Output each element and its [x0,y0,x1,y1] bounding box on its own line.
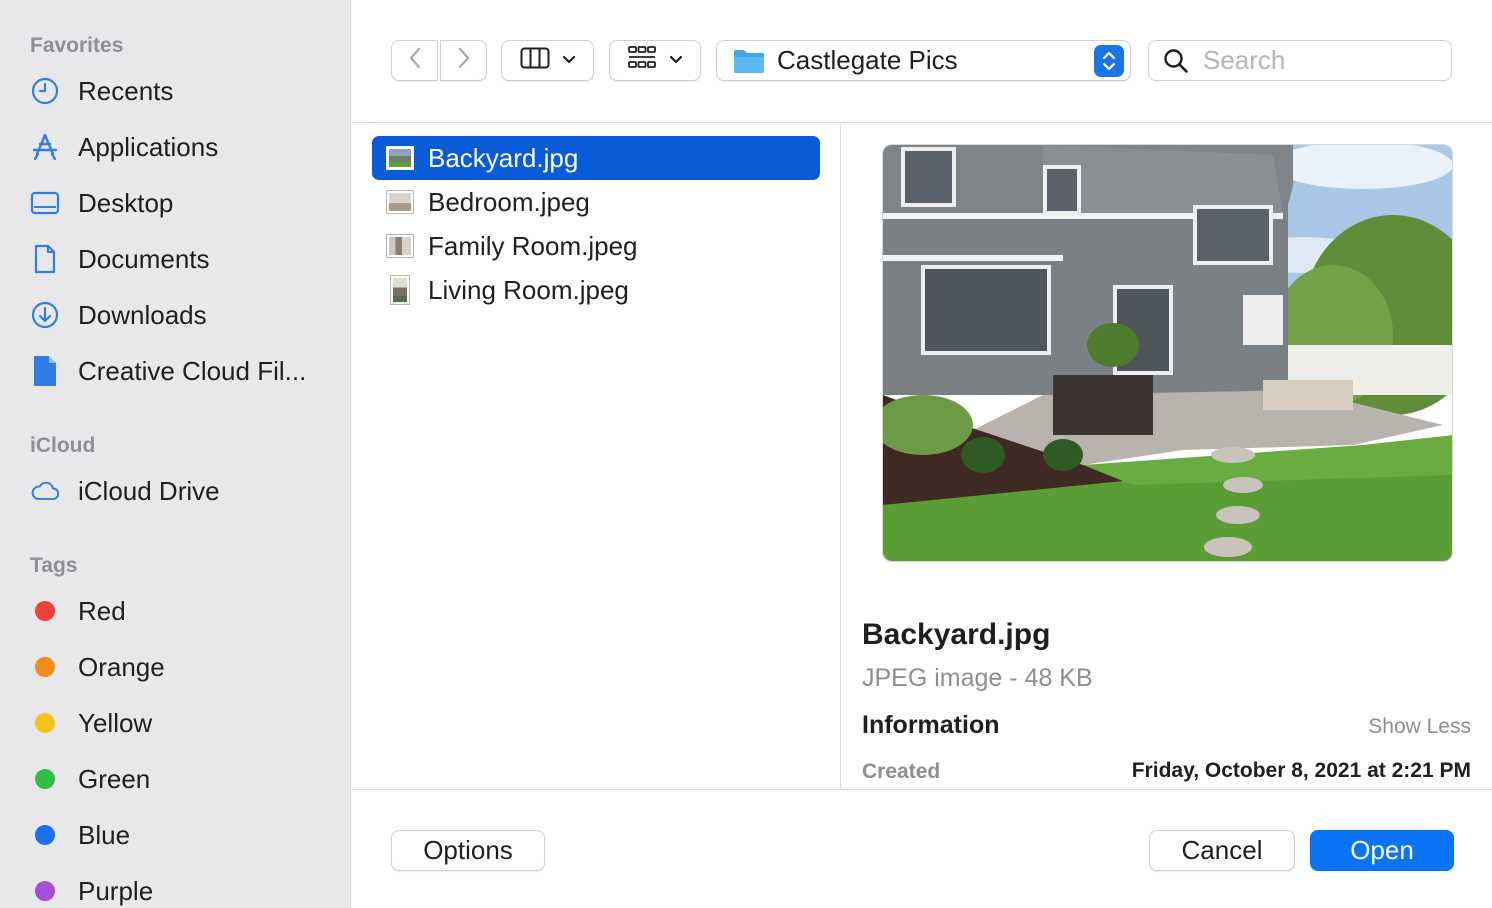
sidebar-item-label: Red [78,595,126,626]
cancel-button[interactable]: Cancel [1149,830,1295,871]
tag-dot-icon [30,652,60,682]
search-icon [1163,48,1189,74]
sidebar-item-label: Applications [78,131,219,162]
document-icon [30,244,60,274]
created-label: Created [862,760,941,783]
sidebar-item-tag-green[interactable]: Green [30,757,330,801]
sidebar-item-downloads[interactable]: Downloads [30,293,330,337]
favorites-heading: Favorites [30,34,124,57]
forward-button[interactable] [440,40,487,81]
search-field[interactable] [1148,40,1452,81]
updown-chevron-icon [1094,45,1124,77]
sidebar-item-label: Green [78,763,151,794]
applications-icon [30,132,60,162]
sidebar-item-tag-blue[interactable]: Blue [30,813,330,857]
image-thumbnail-icon [386,190,414,214]
file-row-living-room[interactable]: Living Room.jpeg [372,268,820,312]
preview-file-kind: JPEG image - 48 KB [862,664,1093,692]
sidebar-item-creative-cloud[interactable]: Creative Cloud Fil... [30,349,330,393]
file-name: Backyard.jpg [428,142,579,173]
sidebar-item-tag-red[interactable]: Red [30,589,330,633]
sidebar-item-applications[interactable]: Applications [30,125,330,169]
preview-image [882,144,1453,562]
sidebar-item-tag-purple[interactable]: Purple [30,869,330,908]
tags-heading: Tags [30,554,78,577]
folder-path-popup[interactable]: Castlegate Pics [716,40,1131,81]
sidebar-item-tag-orange[interactable]: Orange [30,645,330,689]
chevron-left-icon [408,46,422,75]
sidebar-item-desktop[interactable]: Desktop [30,181,330,225]
sidebar-item-icloud-drive[interactable]: iCloud Drive [30,469,330,513]
sidebar-item-tag-yellow[interactable]: Yellow [30,701,330,745]
current-folder-label: Castlegate Pics [777,45,958,75]
view-mode-button[interactable] [501,40,594,81]
sidebar-item-label: Yellow [78,707,153,738]
sidebar: Favorites Recents Applications Desktop D… [0,0,351,908]
folder-icon [733,48,765,74]
cloud-icon [30,476,60,506]
chevron-right-icon [457,46,471,75]
columns-icon [520,47,550,74]
sidebar-item-label: Purple [78,875,154,906]
created-value: Friday, October 8, 2021 at 2:21 PM [1131,759,1471,782]
sidebar-item-label: Recents [78,75,174,106]
sidebar-item-label: Desktop [78,187,174,218]
file-row-family-room[interactable]: Family Room.jpeg [372,224,820,268]
file-name: Bedroom.jpeg [428,186,590,217]
group-button[interactable] [609,40,701,81]
tag-dot-icon [30,596,60,626]
bottom-bar: Options Cancel Open [352,789,1492,908]
sidebar-item-label: iCloud Drive [78,475,220,506]
show-less-link[interactable]: Show Less [1368,715,1471,739]
image-thumbnail-icon [386,146,414,170]
sidebar-item-label: Orange [78,651,165,682]
file-name: Living Room.jpeg [428,274,629,305]
file-name: Family Room.jpeg [428,230,638,261]
icloud-heading: iCloud [30,434,96,457]
back-button[interactable] [391,40,438,81]
clock-icon [30,76,60,106]
download-icon [30,300,60,330]
grid-icon [627,45,657,76]
desktop-icon [30,188,60,218]
image-thumbnail-icon [390,275,410,305]
chevron-down-icon [669,52,683,70]
options-button[interactable]: Options [391,830,545,871]
file-row-backyard[interactable]: Backyard.jpg [372,136,820,180]
tag-dot-icon [30,876,60,906]
chevron-down-icon [562,52,576,70]
sidebar-item-recents[interactable]: Recents [30,69,330,113]
open-button[interactable]: Open [1310,830,1454,871]
file-icon [30,356,60,386]
tag-dot-icon [30,820,60,850]
sidebar-item-label: Documents [78,243,210,274]
toolbar: Castlegate Pics [352,0,1492,123]
sidebar-item-label: Blue [78,819,131,850]
search-input[interactable] [1203,45,1443,76]
image-thumbnail-icon [386,234,414,258]
tag-dot-icon [30,708,60,738]
sidebar-item-documents[interactable]: Documents [30,237,330,281]
file-row-bedroom[interactable]: Bedroom.jpeg [372,180,820,224]
tag-dot-icon [30,764,60,794]
preview-pane: Backyard.jpg JPEG image - 48 KB Informat… [842,124,1492,789]
information-heading: Information [862,711,1000,739]
sidebar-item-label: Creative Cloud Fil... [78,355,307,386]
sidebar-item-label: Downloads [78,299,207,330]
preview-file-name: Backyard.jpg [862,618,1051,651]
file-list: Backyard.jpg Bedroom.jpeg Family Room.jp… [352,124,841,789]
